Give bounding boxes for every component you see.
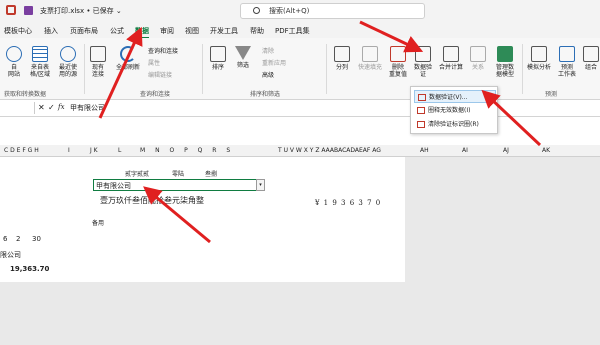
arrow-to-data-tab (98, 26, 143, 119)
arrow-to-menu-item (481, 89, 542, 147)
arrow-to-cell (143, 186, 211, 244)
annotation-arrows (98, 20, 542, 244)
arrow-to-validation-button (359, 20, 424, 53)
